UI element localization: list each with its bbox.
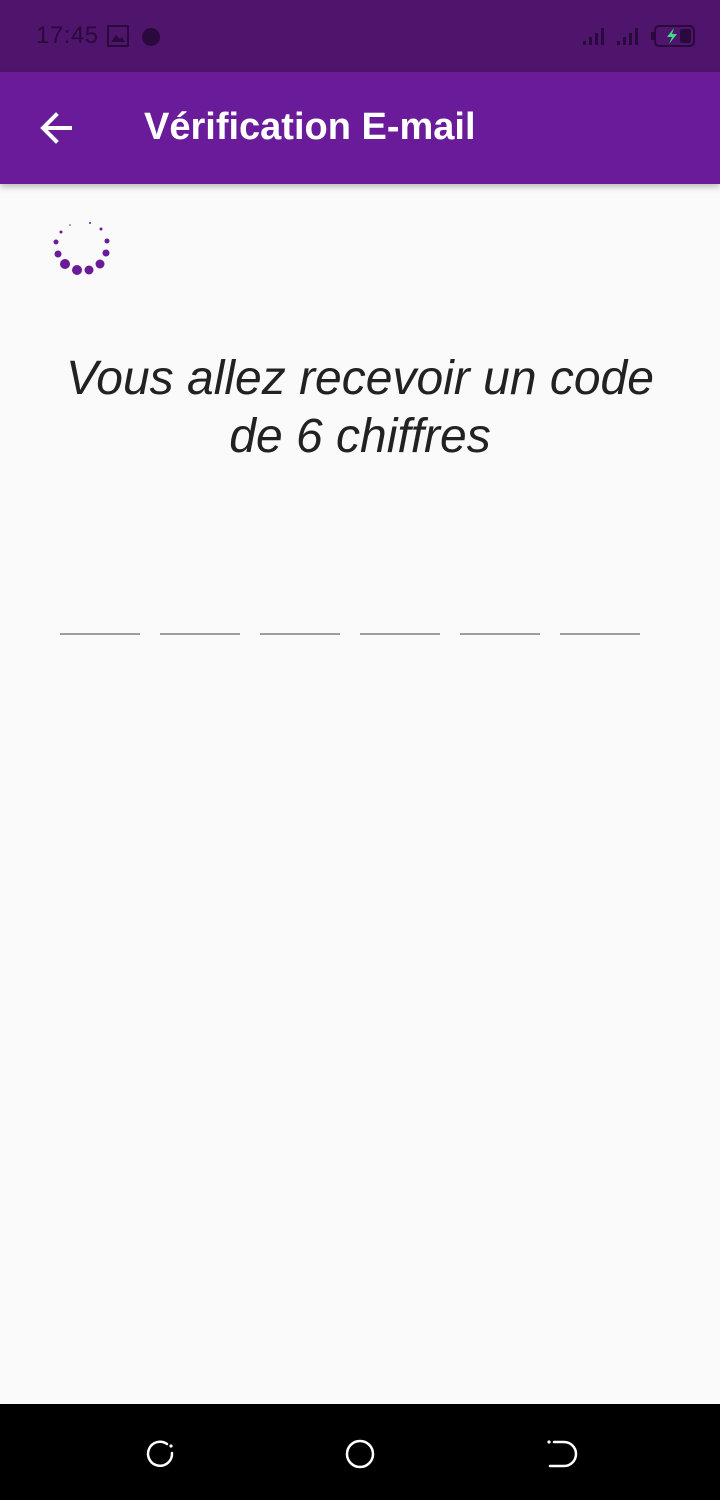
code-digit-1[interactable] xyxy=(60,595,140,635)
signal-icon xyxy=(617,28,638,45)
status-bar: 17:45 xyxy=(0,0,720,72)
code-digit-3[interactable] xyxy=(260,595,340,635)
code-digit-6[interactable] xyxy=(560,595,640,635)
system-nav-bar xyxy=(0,1404,720,1500)
code-digit-4[interactable] xyxy=(360,595,440,635)
code-info-message: Vous allez recevoir un code de 6 chiffre… xyxy=(66,352,654,463)
signal-icon xyxy=(583,28,604,45)
image-icon xyxy=(107,25,129,47)
arrow-left-icon xyxy=(40,112,72,144)
status-time: 17:45 xyxy=(36,22,99,49)
home-icon[interactable] xyxy=(340,1434,380,1474)
circle-dot-icon xyxy=(142,28,160,46)
back-icon[interactable] xyxy=(540,1434,580,1474)
code-digit-5[interactable] xyxy=(460,595,540,635)
app-bar: Vérification E-mail xyxy=(0,72,720,184)
verification-code-inputs xyxy=(60,595,660,637)
code-digit-2[interactable] xyxy=(160,595,240,635)
recent-apps-icon[interactable] xyxy=(140,1434,180,1474)
battery-charging-icon xyxy=(651,25,695,47)
page-title: Vérification E-mail xyxy=(144,106,476,148)
loading-spinner xyxy=(53,222,110,275)
back-button[interactable] xyxy=(24,96,88,160)
